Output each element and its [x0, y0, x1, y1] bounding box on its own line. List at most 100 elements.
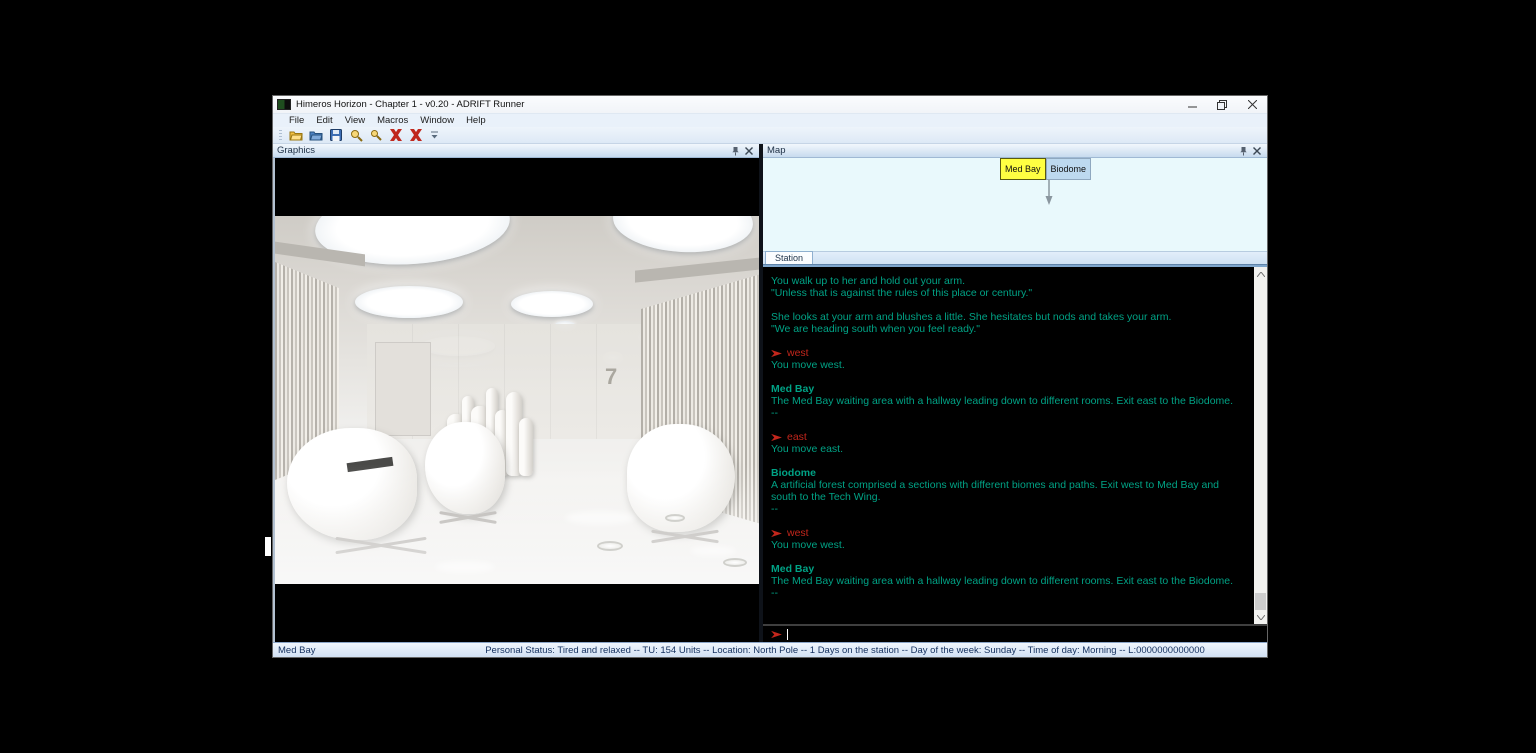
- adrift-runner-window: Himeros Horizon - Chapter 1 - v0.20 - AD…: [272, 95, 1268, 658]
- menu-file[interactable]: File: [283, 115, 310, 126]
- close-game-icon: [410, 129, 422, 141]
- zoom-out-icon: [370, 129, 382, 141]
- menu-help[interactable]: Help: [460, 115, 492, 126]
- save-icon: [330, 129, 342, 141]
- transcript-blank: [771, 299, 1254, 311]
- close-icon: [1253, 147, 1261, 155]
- status-location: Med Bay: [273, 645, 423, 656]
- save-game-button[interactable]: [327, 128, 345, 143]
- transcript-para: "We are heading south when you feel read…: [771, 323, 1241, 335]
- menu-view[interactable]: View: [339, 115, 371, 126]
- command-input-line[interactable]: [763, 626, 1267, 642]
- graphics-panel-title: Graphics: [277, 145, 729, 156]
- ceiling-light: [355, 286, 463, 318]
- chevron-down-icon: [1257, 615, 1265, 620]
- transcript-para: You move west.: [771, 359, 1241, 371]
- restore-button[interactable]: [1207, 96, 1237, 113]
- menu-bar: FileEditViewMacrosWindowHelp: [273, 113, 1267, 127]
- map-viewport[interactable]: Med BayBiodome: [763, 158, 1267, 251]
- map-room-biodome[interactable]: Biodome: [1046, 158, 1092, 180]
- open-folder-icon: [289, 129, 303, 141]
- menu-edit[interactable]: Edit: [310, 115, 338, 126]
- south-exit-arrow: [1044, 180, 1054, 206]
- transcript-command: west: [771, 527, 1254, 539]
- graphics-viewport: 7: [273, 158, 759, 642]
- menu-window[interactable]: Window: [414, 115, 460, 126]
- ceiling-light: [511, 291, 593, 317]
- transcript-para: She looks at your arm and blushes a litt…: [771, 311, 1241, 323]
- import-game-button[interactable]: [307, 128, 325, 143]
- scroll-up-button[interactable]: [1254, 267, 1267, 281]
- transcript-para: --: [771, 587, 1241, 599]
- transcript-para: You walk up to her and hold out your arm…: [771, 275, 1241, 287]
- wall-number: 7: [605, 364, 617, 390]
- pin-icon: [731, 146, 740, 156]
- transcript-para: You move east.: [771, 443, 1241, 455]
- transcript-blank: [771, 335, 1254, 347]
- toolbar-grip[interactable]: [279, 130, 282, 140]
- close-icon: [745, 147, 753, 155]
- chevron-up-icon: [1257, 272, 1265, 277]
- wall-cornice: [635, 257, 759, 282]
- game-output-wrap: You walk up to her and hold out your arm…: [763, 265, 1267, 626]
- status-summary: Personal Status: Tired and relaxed -- TU…: [423, 645, 1267, 656]
- toolbar-overflow-button[interactable]: [429, 128, 439, 143]
- app-icon: [277, 99, 291, 110]
- scroll-down-button[interactable]: [1254, 610, 1267, 624]
- pin-icon: [1239, 146, 1248, 156]
- transcript-para: "Unless that is against the rules of thi…: [771, 287, 1241, 299]
- scrollbar-thumb[interactable]: [1255, 593, 1266, 610]
- close-button[interactable]: [1237, 96, 1267, 113]
- smaller-font-button[interactable]: [367, 128, 385, 143]
- transcript-scrollbar[interactable]: [1254, 267, 1267, 624]
- menu-macros[interactable]: Macros: [371, 115, 414, 126]
- map-tab-bar: Station: [763, 251, 1267, 265]
- toolbar-overflow-icon: [431, 131, 438, 139]
- map-close-button[interactable]: [1250, 145, 1263, 157]
- minimize-icon: [1188, 100, 1197, 109]
- transcript-heading: Med Bay: [771, 383, 1254, 395]
- close-icon: [1248, 100, 1257, 109]
- doorway: [375, 342, 431, 436]
- transcript-blank: [771, 515, 1254, 527]
- open-game-button[interactable]: [287, 128, 305, 143]
- transcript-command: west: [771, 347, 1254, 359]
- floor-reflection: [565, 511, 635, 525]
- map-rooms: Med BayBiodome: [1000, 158, 1091, 180]
- tab-station[interactable]: Station: [765, 251, 813, 264]
- map-panel-header: Map: [763, 144, 1267, 158]
- medbay-room-image: 7: [275, 216, 759, 584]
- status-bar: Med Bay Personal Status: Tired and relax…: [273, 642, 1267, 657]
- floor-light: [723, 558, 747, 567]
- graphics-close-button[interactable]: [742, 145, 755, 157]
- transcript-blank: [771, 551, 1254, 563]
- glossy-floor: [275, 464, 759, 584]
- floor-reflection: [690, 546, 736, 556]
- transcript-heading: Med Bay: [771, 563, 1254, 575]
- transcript-blank: [771, 455, 1254, 467]
- right-panel: Map Med BayBiodome Station You wa: [763, 144, 1267, 642]
- graphics-panel: Graphics: [273, 144, 759, 642]
- import-folder-icon: [309, 129, 323, 141]
- graphics-pin-button[interactable]: [729, 145, 742, 157]
- close-game-button[interactable]: [407, 128, 425, 143]
- larger-font-button[interactable]: [347, 128, 365, 143]
- desktop-caret-artifact: [265, 537, 271, 556]
- transcript[interactable]: You walk up to her and hold out your arm…: [763, 267, 1254, 624]
- map-panel-title: Map: [767, 145, 1237, 156]
- main-content: Graphics: [273, 144, 1267, 642]
- zoom-in-icon: [350, 129, 363, 142]
- transcript-para: A artificial forest comprised a sections…: [771, 479, 1241, 503]
- end-game-button[interactable]: [387, 128, 405, 143]
- transcript-command: east: [771, 431, 1254, 443]
- map-pin-button[interactable]: [1237, 145, 1250, 157]
- transcript-para: The Med Bay waiting area with a hallway …: [771, 575, 1241, 587]
- transcript-para: The Med Bay waiting area with a hallway …: [771, 395, 1241, 407]
- transcript-heading: Biodome: [771, 467, 1254, 479]
- minimize-button[interactable]: [1177, 96, 1207, 113]
- graphics-panel-header: Graphics: [273, 144, 759, 158]
- transcript-para: --: [771, 503, 1241, 515]
- map-room-med-bay[interactable]: Med Bay: [1000, 158, 1046, 180]
- title-bar[interactable]: Himeros Horizon - Chapter 1 - v0.20 - AD…: [273, 96, 1267, 113]
- transcript-blank: [771, 371, 1254, 383]
